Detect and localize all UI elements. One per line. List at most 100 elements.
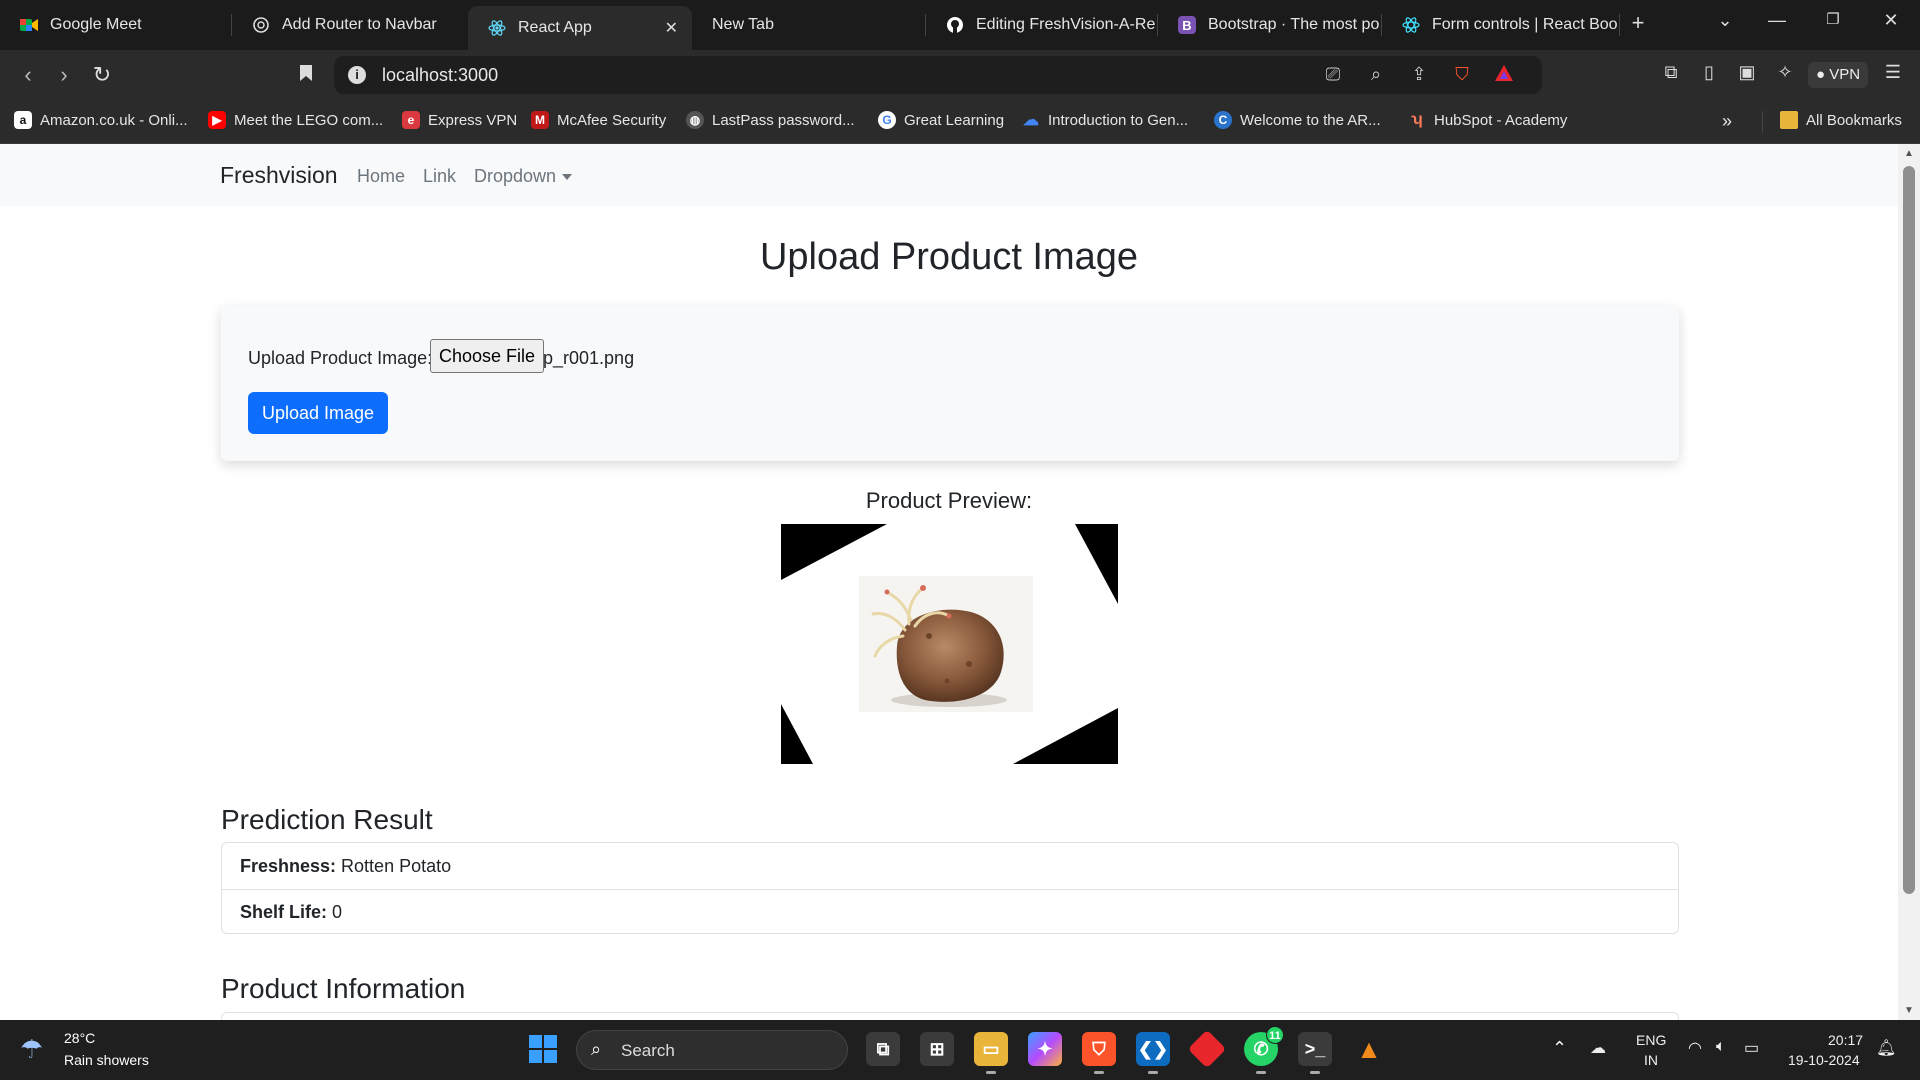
bookmark-lego[interactable]: ▶ Meet the LEGO com...	[208, 111, 383, 129]
upload-image-button[interactable]: Upload Image	[248, 392, 389, 434]
all-bookmarks-button[interactable]: All Bookmarks	[1780, 111, 1902, 129]
bookmark-label: Great Learning	[904, 111, 1005, 129]
freshness-key: Freshness:	[240, 855, 337, 876]
wifi-icon[interactable]: ◠	[1688, 1038, 1702, 1058]
expressvpn-icon: e	[402, 111, 420, 129]
nav-link-home[interactable]: Home	[357, 166, 405, 187]
tab-react-bootstrap[interactable]: Form controls | React Boo	[1382, 6, 1618, 44]
reload-icon[interactable]: ↻	[88, 62, 116, 88]
url-text[interactable]: localhost:3000	[382, 65, 498, 86]
bookmark-label: LastPass password...	[712, 111, 855, 129]
sidebar-icon[interactable]: ▯	[1696, 62, 1722, 83]
potato-image	[859, 576, 1033, 712]
bookmark-label: Introduction to Gen...	[1048, 111, 1189, 129]
minimize-icon[interactable]: —	[1762, 10, 1792, 31]
vscode-icon[interactable]: ❮❯	[1136, 1032, 1170, 1074]
close-window-icon[interactable]: ✕	[1876, 10, 1906, 31]
scrollbar-thumb[interactable]	[1903, 166, 1915, 894]
extensions-icon[interactable]: ⧉	[1658, 62, 1684, 83]
google-meet-icon	[20, 16, 38, 34]
git-icon[interactable]	[1187, 1029, 1227, 1069]
nav-dropdown[interactable]: Dropdown	[474, 166, 573, 187]
notification-bell-icon[interactable]: 🔔︎	[1876, 1038, 1896, 1058]
forward-icon[interactable]: ›	[50, 62, 78, 88]
choose-file-button[interactable]: Choose File	[430, 339, 545, 373]
whatsapp-icon[interactable]: ✆ 11	[1244, 1026, 1284, 1074]
bookmark-amazon[interactable]: a Amazon.co.uk - Onli...	[14, 111, 188, 129]
terminal-icon[interactable]: >_	[1298, 1032, 1332, 1074]
clock-time[interactable]: 20:17	[1828, 1032, 1863, 1048]
bookmark-intro-gen[interactable]: ☁ Introduction to Gen...	[1022, 111, 1189, 130]
whatsapp-badge: 11	[1266, 1026, 1284, 1044]
globe-icon: ◍	[686, 111, 704, 129]
bookmark-welcome-ar[interactable]: C Welcome to the AR...	[1214, 111, 1381, 129]
bookmark-hubspot[interactable]: ʮ HubSpot - Academy	[1408, 111, 1567, 129]
tab-github[interactable]: Editing FreshVision-A-Re	[926, 6, 1156, 44]
region-indicator[interactable]: IN	[1644, 1052, 1658, 1068]
tab-bootstrap[interactable]: B Bootstrap · The most pop	[1158, 6, 1380, 44]
bookmark-mcafee[interactable]: M McAfee Security	[531, 111, 666, 129]
scroll-up-icon[interactable]: ▲	[1898, 148, 1920, 159]
battery-icon[interactable]: ▭	[1744, 1038, 1759, 1058]
navbar-brand[interactable]: Freshvision	[220, 162, 338, 189]
task-view-icon[interactable]: ⧉	[866, 1032, 900, 1066]
taskbar-search[interactable]: ⌕ Search	[576, 1030, 848, 1070]
google-cloud-icon: ☁	[1023, 112, 1039, 129]
windows-start-icon[interactable]	[526, 1032, 560, 1066]
bookmark-express-vpn[interactable]: e Express VPN	[402, 111, 517, 129]
address-bar[interactable]: i localhost:3000 ⎚ ⌕ ⇪ ⛉	[334, 56, 1542, 94]
weather-temperature[interactable]: 28°C	[64, 1030, 95, 1046]
bookmark-great-learning[interactable]: G Great Learning	[878, 111, 1004, 129]
back-icon[interactable]: ‹	[14, 62, 42, 88]
list-item-freshness: Freshness: Rotten Potato	[222, 843, 1678, 889]
nav-link-link[interactable]: Link	[423, 166, 456, 187]
microsoft-store-icon[interactable]: ⊞	[920, 1032, 954, 1066]
brave-shields-icon[interactable]: ⛉	[1450, 64, 1474, 85]
file-explorer-icon[interactable]: ▭	[974, 1032, 1008, 1074]
page-scrollbar[interactable]: ▲ ▼	[1898, 144, 1920, 1020]
browser-toolbar: ‹ › ↻ i localhost:3000 ⎚ ⌕ ⇪ ⛉ ⧉ ▯ ▣ ✧ ●…	[0, 50, 1920, 100]
close-tab-icon[interactable]: ✕	[665, 18, 678, 38]
language-indicator[interactable]: ENG	[1636, 1032, 1666, 1048]
vlc-icon[interactable]: ▲	[1352, 1032, 1386, 1066]
site-info-icon[interactable]: i	[348, 66, 366, 84]
product-info-heading: Product Information	[221, 973, 466, 1004]
vpn-label: VPN	[1829, 66, 1861, 83]
vpn-button[interactable]: ● VPN	[1808, 62, 1869, 88]
bookmarks-overflow-icon[interactable]: »	[1722, 111, 1732, 132]
onedrive-icon[interactable]: ☁	[1590, 1038, 1606, 1058]
bookmarks-bar: a Amazon.co.uk - Onli... ▶ Meet the LEGO…	[0, 100, 1920, 144]
windows-taskbar: ☂ 28°C Rain showers ⌕ Search ⧉ ⊞ ▭ ✦ ⛉ ❮…	[0, 1020, 1920, 1080]
volume-icon[interactable]: 🔈︎	[1716, 1038, 1726, 1056]
brave-browser-icon[interactable]: ⛉	[1082, 1032, 1116, 1074]
potato-graphic	[871, 585, 1007, 707]
cast-icon[interactable]: ⎚	[1321, 64, 1345, 85]
tab-title: Bootstrap · The most pop	[1208, 16, 1380, 33]
tab-add-router[interactable]: Add Router to Navbar	[232, 6, 468, 44]
tab-search-chevron-icon[interactable]: ⌄	[1710, 10, 1740, 31]
weather-description[interactable]: Rain showers	[64, 1052, 149, 1068]
tab-react-app[interactable]: React App ✕	[468, 6, 692, 50]
upload-label: Upload Product Image:	[248, 348, 433, 368]
wallet-icon[interactable]: ▣	[1734, 62, 1760, 83]
copilot-icon[interactable]: ✦	[1028, 1032, 1062, 1066]
leo-ai-icon[interactable]: ✧	[1772, 62, 1798, 83]
restore-icon[interactable]: ❐	[1818, 10, 1848, 28]
bookmark-lastpass[interactable]: ◍ LastPass password...	[686, 111, 855, 129]
shelf-life-key: Shelf Life:	[240, 902, 328, 922]
scroll-down-icon[interactable]: ▼	[1898, 1005, 1920, 1016]
tab-google-meet[interactable]: Google Meet	[0, 6, 230, 44]
weather-rain-icon[interactable]: ☂	[20, 1034, 43, 1065]
bookmark-icon[interactable]	[292, 62, 320, 88]
selected-file-name: p_r001.png	[543, 348, 635, 368]
new-tab-button[interactable]: +	[1623, 10, 1653, 36]
zoom-icon[interactable]: ⌕	[1364, 64, 1388, 85]
clock-date[interactable]: 19-10-2024	[1788, 1052, 1860, 1068]
tray-overflow-icon[interactable]: ⌃	[1552, 1038, 1567, 1059]
share-icon[interactable]: ⇪	[1407, 64, 1431, 85]
tab-new-tab[interactable]: New Tab	[692, 6, 924, 44]
bookmark-label: Amazon.co.uk - Onli...	[40, 111, 188, 129]
brave-rewards-icon[interactable]	[1492, 64, 1516, 87]
menu-icon[interactable]: ☰	[1880, 62, 1906, 83]
dropdown-caret-icon	[562, 174, 573, 181]
